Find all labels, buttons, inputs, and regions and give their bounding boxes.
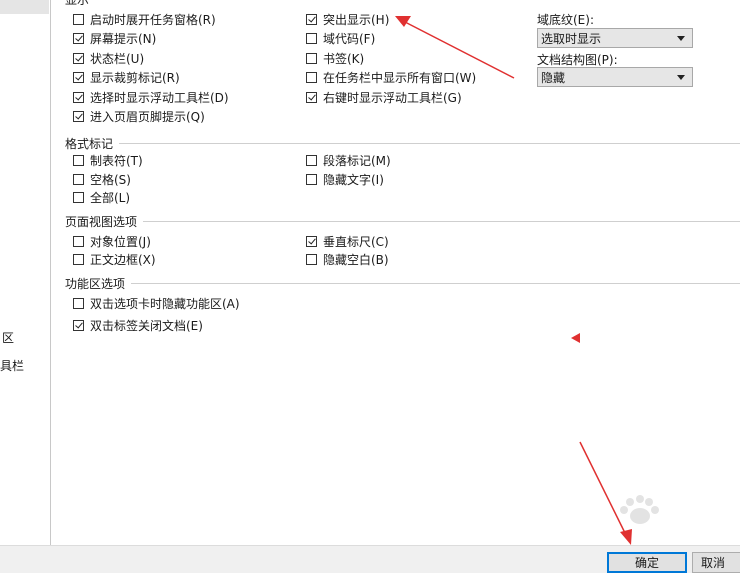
annotation-overlay — [395, 16, 632, 545]
annotation-arrow — [395, 16, 515, 79]
annotation-marker — [571, 333, 580, 343]
annotation-arrow — [579, 441, 632, 545]
